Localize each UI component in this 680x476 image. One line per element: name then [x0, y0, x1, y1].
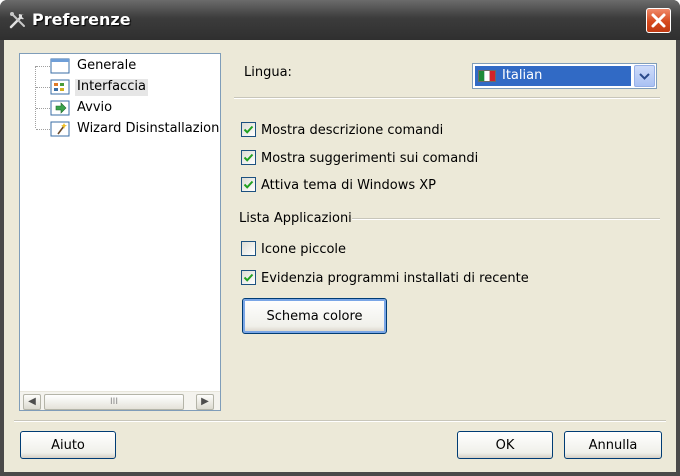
chevron-left-icon: ◀	[28, 396, 36, 407]
scroll-left-button[interactable]: ◀	[23, 394, 41, 410]
tools-icon	[9, 12, 25, 29]
checkmark-icon	[243, 180, 254, 189]
checkbox-show-command-description[interactable]	[241, 122, 256, 137]
wizard-icon	[50, 121, 70, 137]
language-select[interactable]: Italian	[472, 63, 657, 89]
dialog-client-area: Generale Interfaccia Avvio Wizard Disins…	[4, 40, 676, 472]
tree-item-label: Avvio	[77, 100, 113, 115]
checkbox-enable-xp-theme[interactable]	[241, 177, 256, 192]
preferences-window: Preferenze Generale Interfaccia Avvio Wi…	[0, 0, 680, 476]
close-icon	[651, 13, 666, 28]
window-title: Preferenze	[32, 10, 131, 29]
tree-item-wizard[interactable]: Wizard Disinstallazione	[20, 119, 220, 139]
language-value: Italian	[502, 68, 543, 83]
title-bar[interactable]: Preferenze	[0, 0, 680, 40]
language-label: Lingua:	[244, 65, 292, 80]
checkbox-label: Mostra suggerimenti sui comandi	[261, 151, 479, 166]
tree-item-interfaccia[interactable]: Interfaccia	[20, 77, 220, 97]
help-button[interactable]: Aiuto	[20, 431, 116, 459]
checkbox-highlight-recent-programs[interactable]	[241, 270, 256, 285]
checkbox-label: Icone piccole	[261, 242, 347, 257]
tree-item-label: Wizard Disinstallazione	[77, 121, 221, 136]
tree-item-generale[interactable]: Generale	[20, 56, 220, 76]
checkmark-icon	[243, 125, 254, 134]
cancel-button[interactable]: Annulla	[564, 431, 662, 459]
checkbox-label: Evidenzia programmi installati di recent…	[261, 271, 529, 286]
color-scheme-button[interactable]: Schema colore	[242, 298, 387, 334]
checkmark-icon	[243, 273, 254, 282]
checkmark-icon	[243, 153, 254, 162]
tree-item-label: Interfaccia	[75, 79, 148, 96]
group-separator	[352, 218, 660, 220]
checkbox-label: Attiva tema di Windows XP	[261, 178, 437, 193]
ok-button[interactable]: OK	[457, 431, 553, 459]
checkbox-show-command-tips[interactable]	[241, 150, 256, 165]
tree-horizontal-scrollbar[interactable]: ◀ III ▶	[20, 391, 220, 410]
separator	[234, 97, 660, 99]
language-selected-value: Italian	[475, 66, 631, 86]
scroll-thumb[interactable]: III	[44, 394, 184, 410]
checkbox-label: Mostra descrizione comandi	[261, 123, 444, 138]
tree-item-avvio[interactable]: Avvio	[20, 98, 220, 118]
italy-flag-icon	[478, 70, 496, 82]
chevron-down-icon	[639, 73, 650, 80]
footer-separator	[14, 420, 666, 422]
close-button[interactable]	[646, 8, 671, 33]
avvio-icon	[50, 100, 70, 116]
language-dropdown-button[interactable]	[634, 65, 655, 87]
checkbox-small-icons[interactable]	[241, 241, 256, 256]
scroll-right-button[interactable]: ▶	[196, 394, 214, 410]
chevron-right-icon: ▶	[201, 396, 209, 407]
generale-icon	[50, 58, 70, 74]
app-list-group-title: Lista Applicazioni	[239, 211, 352, 226]
grip-icon: III	[110, 397, 118, 407]
interfaccia-icon	[50, 79, 70, 95]
tree-item-label: Generale	[77, 58, 137, 73]
category-tree[interactable]: Generale Interfaccia Avvio Wizard Disins…	[19, 53, 221, 411]
